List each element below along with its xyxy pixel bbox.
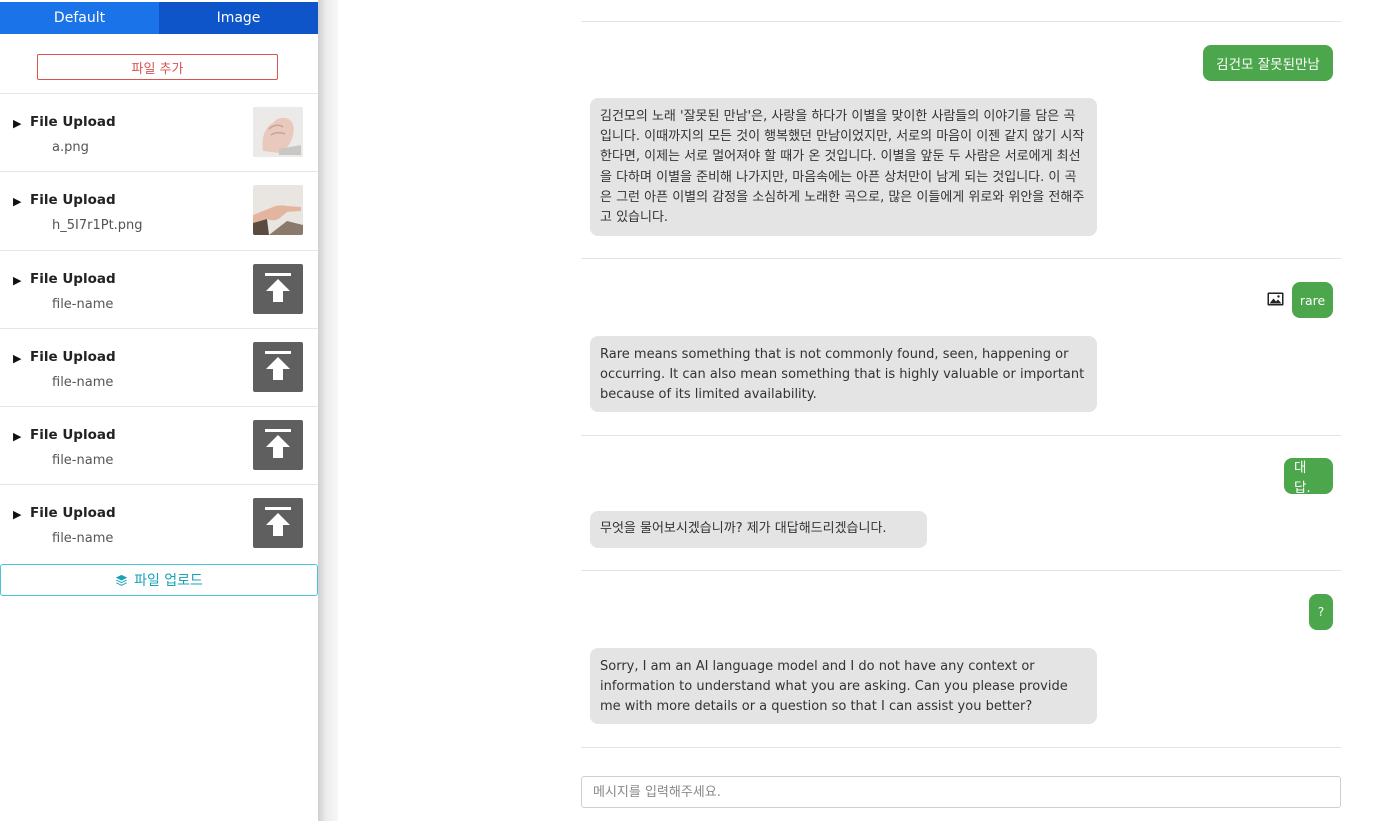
divider	[581, 21, 1341, 22]
bot-message: 무엇을 물어보시겠습니까? 제가 대답해드리겠습니다.	[590, 511, 927, 548]
divider	[581, 258, 1341, 259]
file-item-title: File Upload	[30, 427, 116, 444]
file-item-name: a.png	[52, 140, 89, 155]
panel-divider[interactable]	[318, 0, 338, 821]
expand-caret-icon[interactable]: ▶	[13, 430, 21, 443]
file-upload-label: 파일 업로드	[134, 573, 203, 589]
bot-message: Sorry, I am an AI language model and I d…	[590, 648, 1097, 724]
sidebar: Default Image 파일 추가 ▶ File Upload a.png …	[0, 0, 318, 821]
file-item-name: file-name	[52, 531, 114, 547]
user-message: 대답.	[1284, 458, 1333, 496]
file-item-title: File Upload	[30, 348, 116, 365]
chat-panel: 김건모 잘못된만남 김건모의 노래 '잘못된 만남'은, 사랑을 하다가 이별을…	[338, 0, 1380, 821]
tab-default[interactable]: Default	[0, 2, 159, 34]
user-message: ?	[1309, 594, 1333, 630]
upload-icon[interactable]	[253, 498, 303, 549]
upload-icon[interactable]	[253, 420, 303, 471]
file-item-name: h_5I7r1Pt.png	[52, 218, 143, 234]
layers-icon	[115, 574, 128, 586]
file-item-title: File Upload	[30, 270, 116, 287]
divider	[581, 747, 1341, 748]
user-message: rare	[1292, 282, 1333, 318]
file-item-name: file-name	[52, 296, 114, 312]
file-item-name: file-name	[52, 453, 114, 469]
pointing-hand-photo-thumbnail[interactable]	[253, 185, 303, 236]
user-message: 김건모 잘못된만남	[1203, 45, 1333, 81]
tab-image[interactable]: Image	[159, 2, 318, 34]
file-item-title: File Upload	[30, 114, 116, 130]
file-item-name: file-name	[52, 374, 114, 390]
add-file-button[interactable]: 파일 추가	[37, 54, 278, 80]
message-input[interactable]	[581, 776, 1341, 808]
divider	[581, 570, 1341, 571]
file-item: ▶ File Upload h_5I7r1Pt.png	[0, 171, 318, 249]
file-item-title: File Upload	[30, 505, 116, 522]
upload-icon[interactable]	[253, 341, 303, 392]
file-item: ▶ File Upload file-name	[0, 406, 318, 484]
file-upload-button[interactable]: 파일 업로드	[0, 564, 318, 596]
expand-caret-icon[interactable]: ▶	[13, 274, 21, 287]
expand-caret-icon[interactable]: ▶	[13, 508, 21, 521]
file-item: ▶ File Upload file-name	[0, 327, 318, 406]
file-item-title: File Upload	[30, 192, 116, 209]
expand-caret-icon[interactable]: ▶	[13, 352, 21, 365]
upload-icon[interactable]	[253, 263, 303, 314]
file-item: ▶ File Upload file-name	[0, 484, 318, 562]
expand-caret-icon[interactable]: ▶	[13, 195, 21, 208]
divider	[581, 435, 1341, 436]
expand-caret-icon[interactable]: ▶	[13, 117, 21, 130]
file-item: ▶ File Upload file-name	[0, 249, 318, 328]
file-item: ▶ File Upload a.png	[0, 93, 318, 171]
tab-bar: Default Image	[0, 2, 318, 34]
file-list: ▶ File Upload a.png ▶ File Upload h_5I7r…	[0, 93, 318, 563]
fist-photo-thumbnail[interactable]	[253, 107, 303, 157]
bot-message: 김건모의 노래 '잘못된 만남'은, 사랑을 하다가 이별을 맞이한 사람들의 …	[590, 98, 1097, 236]
bot-message: Rare means something that is not commonl…	[590, 336, 1097, 412]
image-icon[interactable]	[1267, 292, 1284, 306]
